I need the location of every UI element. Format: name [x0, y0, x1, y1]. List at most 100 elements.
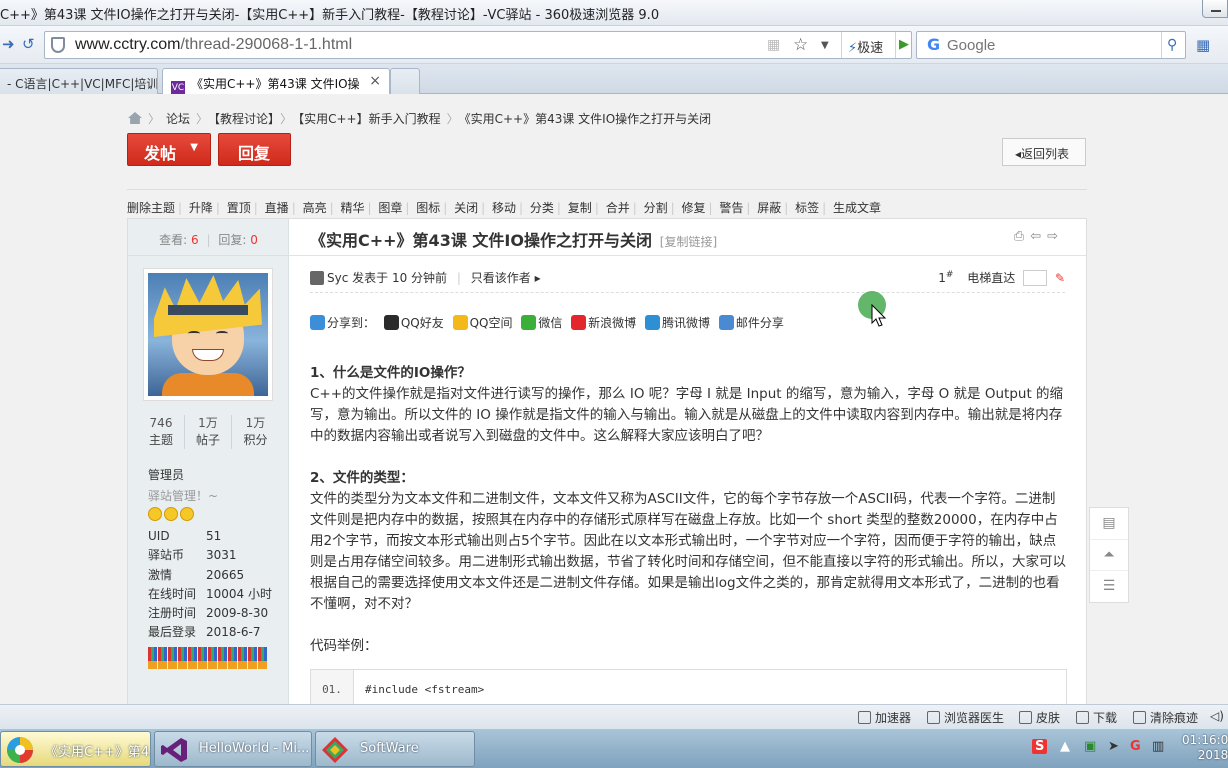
- system-clock[interactable]: 01:16:0 2018: [1182, 733, 1228, 763]
- back-arrow-icon[interactable]: ➜: [2, 35, 15, 53]
- mod-category[interactable]: 分类: [530, 201, 554, 215]
- breadcrumb-thread[interactable]: 《实用C++》第43课 文件IO操作之打开与关闭: [465, 112, 712, 126]
- close-icon[interactable]: ×: [369, 73, 381, 89]
- back-to-top-icon[interactable]: ⏶: [1090, 540, 1128, 571]
- mod-block[interactable]: 屏蔽: [757, 201, 781, 215]
- medal-icons[interactable]: [148, 647, 268, 697]
- window-titlebar: C++》第43课 文件IO操作之打开与关闭-【实用C++】新手入门教程-【教程讨…: [0, 0, 1228, 26]
- browser-doctor-button[interactable]: 浏览器医生: [927, 709, 1004, 726]
- post-author[interactable]: Syc: [327, 271, 348, 285]
- taskbar-visual-studio[interactable]: HelloWorld - Mi...: [154, 731, 312, 767]
- next-thread-icon[interactable]: ⇨: [1047, 229, 1064, 244]
- search-icon[interactable]: ⚲: [1161, 32, 1185, 58]
- visual-studio-icon: [161, 738, 187, 762]
- stat-threads[interactable]: 746 主题: [138, 415, 185, 449]
- share-wechat[interactable]: 微信: [538, 316, 562, 330]
- mod-highlight[interactable]: 高亮: [303, 201, 327, 215]
- mod-raise-lower[interactable]: 升降: [189, 201, 213, 215]
- copy-link[interactable]: [复制链接]: [660, 235, 717, 249]
- weibo-icon: [571, 315, 587, 330]
- go-arrow-icon[interactable]: ▶: [895, 32, 911, 58]
- edit-pen-icon[interactable]: ✎: [1055, 271, 1065, 285]
- star-icon[interactable]: ☆: [793, 35, 808, 55]
- caret-right-icon: ▸: [534, 271, 541, 285]
- mod-tag[interactable]: 标签: [795, 201, 819, 215]
- mod-live[interactable]: 直播: [265, 201, 289, 215]
- minimize-button[interactable]: [1202, 0, 1228, 18]
- reply-button[interactable]: 回复: [218, 133, 291, 166]
- skin-button[interactable]: 皮肤: [1019, 709, 1060, 726]
- mod-stamp[interactable]: 图章: [378, 201, 402, 215]
- avatar[interactable]: [143, 268, 273, 401]
- user-role[interactable]: 管理员: [148, 466, 184, 483]
- tray-360-icon[interactable]: G: [1130, 739, 1141, 754]
- breadcrumb-subsection[interactable]: 【实用C++】新手入门教程: [298, 112, 441, 126]
- list-icon[interactable]: ☰: [1090, 571, 1128, 603]
- qr-code-icon[interactable]: ▦: [767, 37, 780, 53]
- refresh-icon[interactable]: ↺: [22, 35, 35, 53]
- share-qq-friends[interactable]: QQ好友: [401, 316, 444, 330]
- print-icon[interactable]: ⎙: [1014, 229, 1030, 244]
- speed-mode-button[interactable]: ⚡极速: [841, 32, 893, 58]
- only-author-link[interactable]: 只看该作者: [471, 271, 531, 285]
- mod-warn[interactable]: 警告: [719, 201, 743, 215]
- tray-send-icon[interactable]: ➤: [1108, 739, 1119, 754]
- quick-reply-icon[interactable]: ▤: [1090, 508, 1128, 540]
- post-body-panel: 《实用C++》第43课 文件IO操作之打开与关闭 [复制链接] ⎙⇦⇨ Syc …: [289, 219, 1086, 704]
- sogou-ime-icon[interactable]: S: [1032, 739, 1048, 754]
- mod-split[interactable]: 分割: [644, 201, 668, 215]
- breadcrumb-section[interactable]: 【教程讨论】: [214, 112, 274, 126]
- share-email[interactable]: 邮件分享: [736, 316, 784, 330]
- address-bar[interactable]: www.cctry.com/thread-290068-1-1.html ▦ ☆…: [44, 31, 912, 59]
- back-to-list-button[interactable]: ◂返回列表: [1002, 138, 1086, 166]
- taskbar-software-folder[interactable]: SoftWare: [315, 731, 475, 767]
- breadcrumb-forum[interactable]: 论坛: [166, 112, 190, 126]
- stat-points[interactable]: 1万 积分: [232, 415, 279, 449]
- qzone-star-icon: [452, 315, 468, 330]
- code-block[interactable]: 01. #include <fstream>: [310, 669, 1067, 704]
- stat-posts[interactable]: 1万 帖子: [185, 415, 232, 449]
- share-tencent-weibo[interactable]: 腾讯微博: [662, 316, 710, 330]
- tray-network-icon[interactable]: ▥: [1152, 739, 1164, 754]
- mod-pin[interactable]: 置顶: [227, 201, 251, 215]
- code-intro: 代码举例：: [310, 638, 378, 654]
- floor-jump-input[interactable]: [1023, 270, 1048, 286]
- shield-icon: [51, 37, 65, 53]
- search-box[interactable]: G ⚲: [916, 31, 1186, 59]
- post-title: 《实用C++》第43课 文件IO操作之打开与关闭: [310, 231, 652, 250]
- share-sina-weibo[interactable]: 新浪微博: [588, 316, 636, 330]
- tray-expand-icon[interactable]: ▲: [1060, 739, 1070, 754]
- taskbar-browser[interactable]: 《实用C++》第4...: [0, 731, 151, 767]
- post-content: 1、什么是文件的IO操作？ C++的文件操作就是指对文件进行读写的操作，那么 I…: [310, 363, 1067, 657]
- url-text[interactable]: www.cctry.com/thread-290068-1-1.html: [75, 36, 352, 54]
- download-button[interactable]: 下载: [1076, 709, 1117, 726]
- search-input[interactable]: [947, 35, 1157, 55]
- mod-repair[interactable]: 修复: [681, 201, 705, 215]
- new-tab-button[interactable]: [390, 68, 420, 94]
- mod-digest[interactable]: 精华: [340, 201, 364, 215]
- accelerator-icon: [858, 711, 871, 724]
- mod-merge[interactable]: 合并: [606, 201, 630, 215]
- post-title-bar: 《实用C++》第43课 文件IO操作之打开与关闭 [复制链接] ⎙⇦⇨: [289, 219, 1086, 256]
- new-post-button[interactable]: 发帖 ▼: [127, 133, 211, 166]
- tab-current-thread[interactable]: VC 《实用C++》第43课 文件IO操 ×: [162, 68, 390, 94]
- mod-make-article[interactable]: 生成文章: [833, 201, 881, 215]
- apps-grid-icon[interactable]: ▦: [1196, 36, 1210, 54]
- chevron-down-icon[interactable]: ▼: [821, 40, 829, 51]
- volume-icon[interactable]: ◁): [1210, 709, 1224, 723]
- tab-cctry-home[interactable]: - C语言|C++|VC|MFC|培训: [0, 68, 158, 94]
- mod-icon[interactable]: 图标: [416, 201, 440, 215]
- prev-thread-icon[interactable]: ⇦: [1030, 229, 1047, 244]
- tray-shield-icon[interactable]: ▣: [1084, 739, 1096, 754]
- mod-delete-thread[interactable]: 删除主题: [127, 201, 175, 215]
- share-qzone[interactable]: QQ空间: [470, 316, 513, 330]
- accelerator-button[interactable]: 加速器: [858, 709, 911, 726]
- mod-close[interactable]: 关闭: [454, 201, 478, 215]
- plus-share-icon: [310, 315, 325, 330]
- mod-move[interactable]: 移动: [492, 201, 516, 215]
- mod-copy[interactable]: 复制: [568, 201, 592, 215]
- clear-traces-button[interactable]: 清除痕迹: [1133, 709, 1198, 726]
- windows-taskbar: 《实用C++》第4... HelloWorld - Mi... SoftWare…: [0, 728, 1228, 768]
- profile-row: UID 51: [148, 529, 222, 543]
- home-icon[interactable]: [128, 112, 142, 124]
